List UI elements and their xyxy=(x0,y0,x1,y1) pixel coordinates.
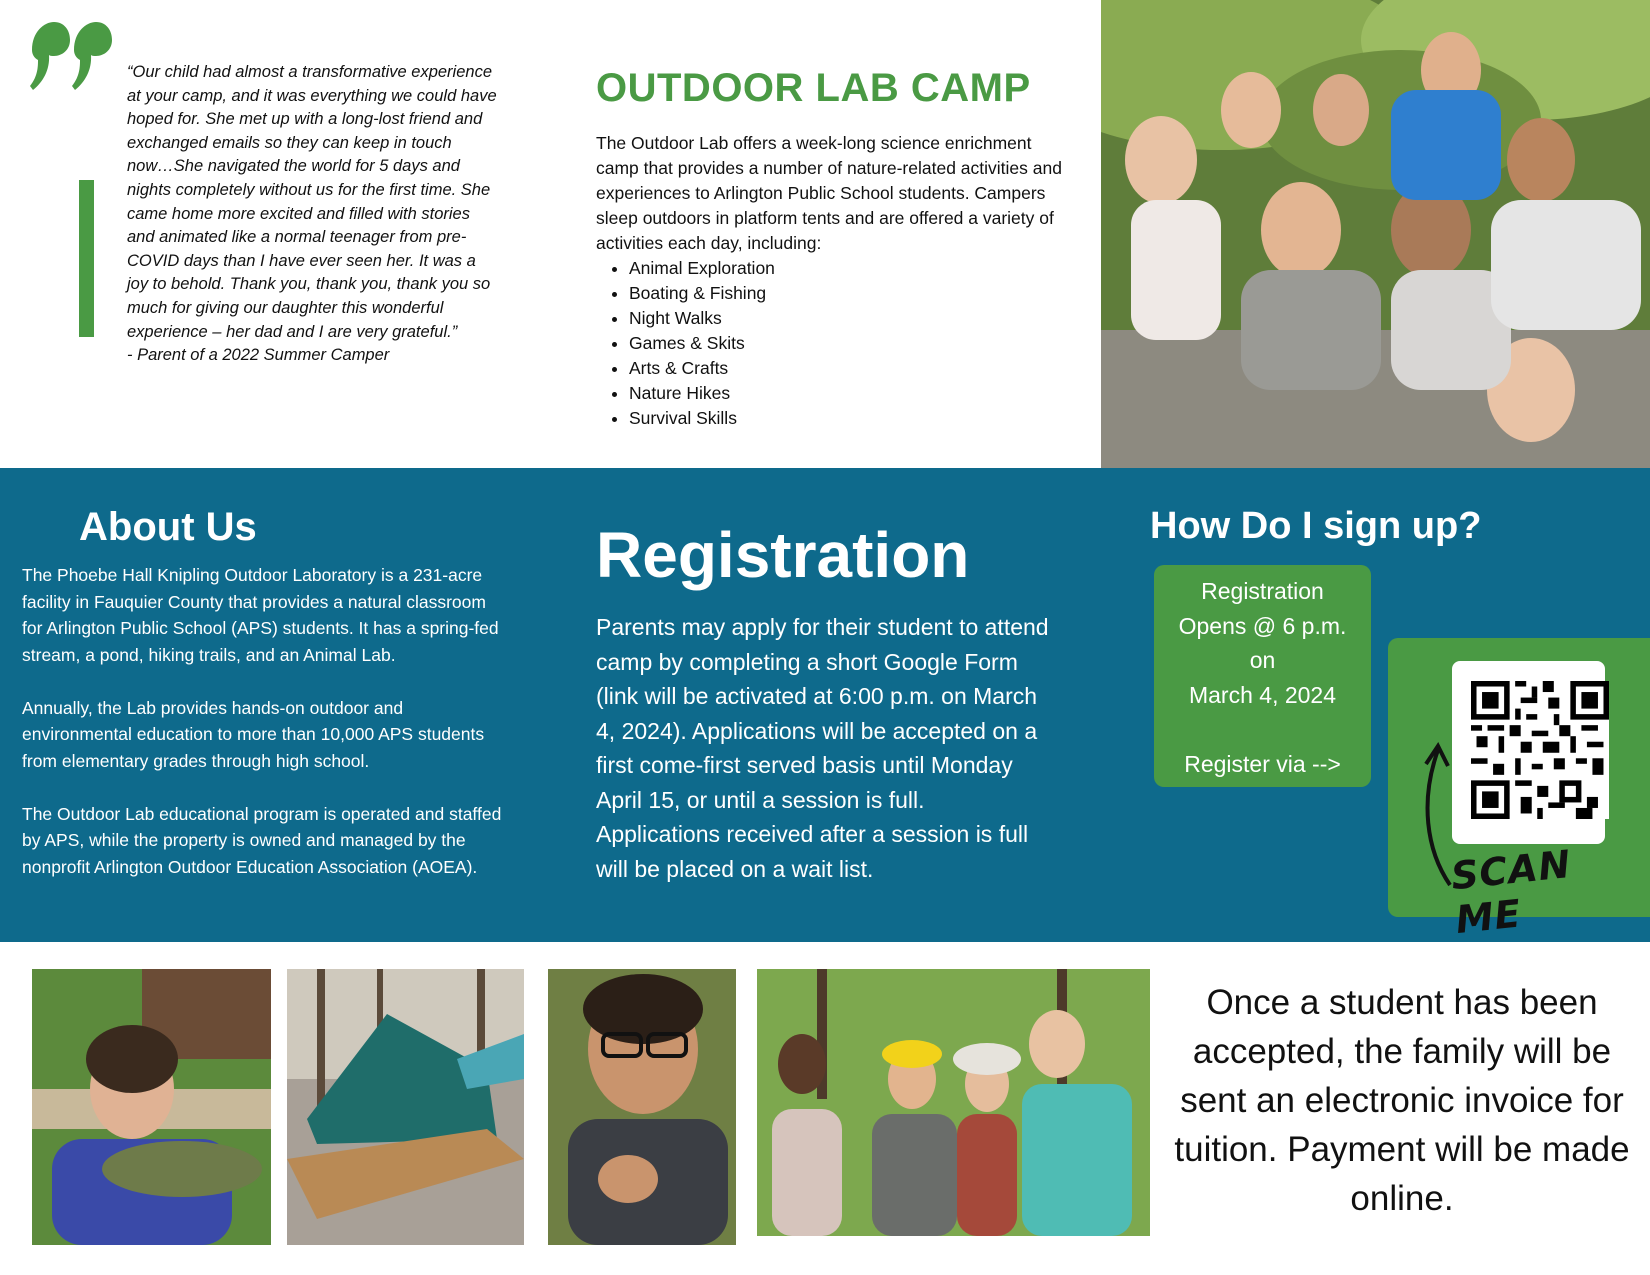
registration-opens-box: Registration Opens @ 6 p.m. on March 4, … xyxy=(1154,565,1371,787)
about-body: The Phoebe Hall Knipling Outdoor Laborat… xyxy=(22,562,510,907)
registration-title: Registration xyxy=(596,519,970,591)
box-line: Opens @ 6 p.m. xyxy=(1178,612,1347,639)
list-item: Arts & Crafts xyxy=(629,356,775,381)
list-item: Games & Skits xyxy=(629,331,775,356)
list-item: Nature Hikes xyxy=(629,381,775,406)
list-item: Night Walks xyxy=(629,306,775,331)
about-paragraph: The Outdoor Lab educational program is o… xyxy=(22,803,502,877)
registration-body: Parents may apply for their student to a… xyxy=(596,614,1049,882)
testimonial-quote: “Our child had almost a transformative e… xyxy=(127,63,497,341)
campers-group-forest-photo xyxy=(757,969,1150,1236)
list-item: Animal Exploration xyxy=(629,256,775,281)
platform-tent-photo xyxy=(287,969,524,1245)
activity-list: Animal Exploration Boating & Fishing Nig… xyxy=(596,256,775,431)
about-title: About Us xyxy=(79,505,257,549)
about-paragraph: Annually, the Lab provides hands-on outd… xyxy=(22,697,485,771)
testimonial-attribution: - Parent of a 2022 Summer Camper xyxy=(127,346,390,365)
about-paragraph: The Phoebe Hall Knipling Outdoor Laborat… xyxy=(22,565,499,665)
list-item: Survival Skills xyxy=(629,406,775,431)
testimonial: “Our child had almost a transformative e… xyxy=(127,61,497,368)
quote-accent-bar xyxy=(79,180,94,337)
invoice-note: Once a student has been accepted, the fa… xyxy=(1174,983,1630,1218)
camper-with-turtle-photo xyxy=(548,969,736,1245)
quote-mark-icon xyxy=(30,22,112,90)
register-via-label: Register via --> xyxy=(1184,750,1341,777)
camp-title: OUTDOOR LAB CAMP xyxy=(596,66,1031,110)
box-line: on xyxy=(1249,647,1276,673)
signup-title: How Do I sign up? xyxy=(1150,505,1482,547)
qr-code-icon[interactable] xyxy=(1471,681,1609,819)
box-line: Registration xyxy=(1201,578,1324,604)
qr-card[interactable] xyxy=(1452,661,1609,844)
camp-intro: The Outdoor Lab offers a week-long scien… xyxy=(596,133,1062,253)
box-spacer xyxy=(1154,712,1371,747)
list-item: Boating & Fishing xyxy=(629,281,775,306)
campers-group-photo xyxy=(1101,0,1650,468)
camper-with-fish-photo xyxy=(32,969,271,1245)
box-line: March 4, 2024 xyxy=(1188,681,1337,708)
